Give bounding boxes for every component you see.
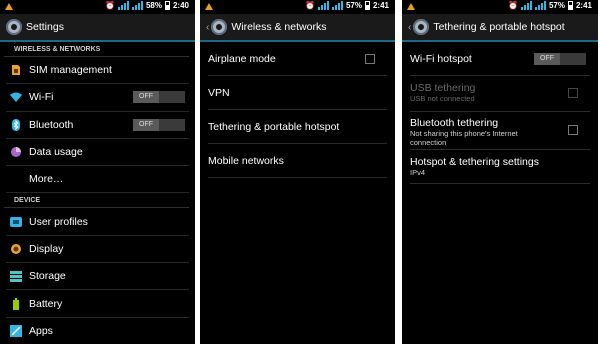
action-bar[interactable]: ‹ Wireless & networks bbox=[200, 14, 395, 42]
section-header-device: DEVICE bbox=[4, 193, 189, 209]
settings-item-apps[interactable]: Apps bbox=[6, 318, 189, 344]
status-bar: ⏰ 57% 2:41 bbox=[402, 0, 598, 14]
notification-icon bbox=[407, 3, 415, 10]
wifi-hotspot-item[interactable]: Wi-Fi hotspot OFF bbox=[410, 42, 590, 76]
settings-item-data-usage[interactable]: Data usage bbox=[6, 139, 189, 167]
signal-2-icon bbox=[331, 1, 343, 10]
settings-item-sim-management[interactable]: SIM management bbox=[6, 57, 189, 85]
user-profiles-icon bbox=[10, 216, 22, 227]
settings-item-more[interactable]: More… bbox=[6, 166, 189, 194]
bluetooth-icon bbox=[12, 118, 20, 131]
wifi-hotspot-toggle[interactable]: OFF bbox=[534, 52, 586, 65]
bluetooth-toggle[interactable]: OFF bbox=[133, 118, 185, 131]
wireless-networks-screen: ⏰ 57% 2:41 ‹ Wireless & networks Airplan… bbox=[200, 0, 395, 344]
action-bar: Settings bbox=[0, 14, 195, 42]
clock: 2:41 bbox=[575, 1, 592, 10]
signal-icon bbox=[117, 1, 129, 10]
airplane-mode-checkbox[interactable] bbox=[365, 53, 375, 64]
bluetooth-tethering-summary: Not sharing this phone's Internet connec… bbox=[410, 129, 518, 147]
alarm-icon: ⏰ bbox=[305, 1, 315, 10]
status-bar: ⏰ 57% 2:41 bbox=[200, 0, 395, 14]
page-title: Tethering & portable hotspot bbox=[433, 21, 565, 33]
alarm-icon: ⏰ bbox=[105, 1, 115, 10]
bluetooth-tethering-checkbox[interactable] bbox=[568, 125, 578, 135]
settings-item-user-profiles[interactable]: User profiles bbox=[6, 208, 189, 236]
settings-gear-icon bbox=[6, 19, 22, 35]
battery-percent: 58% bbox=[145, 1, 162, 10]
bluetooth-tethering-item[interactable]: Bluetooth tethering Not sharing this pho… bbox=[410, 112, 590, 150]
battery-percent: 57% bbox=[345, 1, 362, 10]
hotspot-settings-summary: IPv4 bbox=[410, 168, 426, 177]
status-bar: ⏰ 58% 2:40 bbox=[0, 0, 195, 14]
page-title: Settings bbox=[26, 21, 64, 33]
settings-item-battery[interactable]: Battery bbox=[6, 290, 189, 318]
hotspot-tethering-settings-item[interactable]: Hotspot & tethering settings IPv4 bbox=[410, 150, 590, 184]
usb-tethering-summary: USB not connected bbox=[410, 94, 475, 103]
vpn-item[interactable]: VPN bbox=[208, 76, 387, 110]
settings-gear-icon bbox=[413, 19, 430, 35]
hotspot-settings-title: Hotspot & tethering settings bbox=[410, 156, 539, 168]
sim-card-icon bbox=[12, 65, 20, 76]
battery-status-icon bbox=[364, 1, 370, 10]
usb-tethering-item[interactable]: USB tethering USB not connected bbox=[410, 76, 590, 112]
data-usage-icon bbox=[11, 147, 21, 158]
battery-percent: 57% bbox=[548, 1, 565, 10]
usb-tethering-title: USB tethering bbox=[410, 82, 476, 94]
signal-icon bbox=[317, 1, 329, 10]
settings-item-storage[interactable]: Storage bbox=[6, 263, 189, 291]
wifi-icon bbox=[10, 92, 22, 103]
airplane-mode-item[interactable]: Airplane mode bbox=[208, 42, 387, 76]
alarm-icon: ⏰ bbox=[508, 1, 518, 10]
page-title: Wireless & networks bbox=[231, 21, 327, 33]
notification-icon bbox=[5, 3, 13, 10]
signal-2-icon bbox=[131, 1, 143, 10]
back-chevron-icon[interactable]: ‹ bbox=[408, 22, 411, 33]
tethering-hotspot-item[interactable]: Tethering & portable hotspot bbox=[208, 110, 387, 144]
back-chevron-icon[interactable]: ‹ bbox=[206, 22, 209, 33]
mobile-networks-item[interactable]: Mobile networks bbox=[208, 144, 387, 178]
bluetooth-tethering-title: Bluetooth tethering bbox=[410, 117, 499, 129]
settings-screen: ⏰ 58% 2:40 Settings WIRELESS & NETWORKS … bbox=[0, 0, 195, 344]
notification-icon bbox=[205, 3, 213, 10]
settings-item-display[interactable]: Display bbox=[6, 236, 189, 264]
battery-status-icon bbox=[567, 1, 573, 10]
display-icon bbox=[11, 243, 21, 254]
settings-item-bluetooth[interactable]: Bluetooth OFF bbox=[6, 112, 189, 139]
tethering-hotspot-screen: ⏰ 57% 2:41 ‹ Tethering & portable hotspo… bbox=[402, 0, 598, 344]
settings-gear-icon bbox=[211, 19, 228, 35]
battery-status-icon bbox=[164, 1, 170, 10]
action-bar[interactable]: ‹ Tethering & portable hotspot bbox=[402, 14, 598, 42]
clock: 2:41 bbox=[372, 1, 389, 10]
battery-icon bbox=[13, 297, 19, 310]
clock: 2:40 bbox=[172, 1, 189, 10]
signal-icon bbox=[520, 1, 532, 10]
section-header-wireless: WIRELESS & NETWORKS bbox=[4, 42, 189, 57]
apps-icon bbox=[10, 324, 22, 337]
settings-item-wifi[interactable]: Wi-Fi OFF bbox=[6, 84, 189, 112]
wifi-toggle[interactable]: OFF bbox=[133, 91, 185, 104]
signal-2-icon bbox=[534, 1, 546, 10]
storage-icon bbox=[10, 271, 22, 283]
usb-tethering-checkbox[interactable] bbox=[568, 88, 578, 98]
